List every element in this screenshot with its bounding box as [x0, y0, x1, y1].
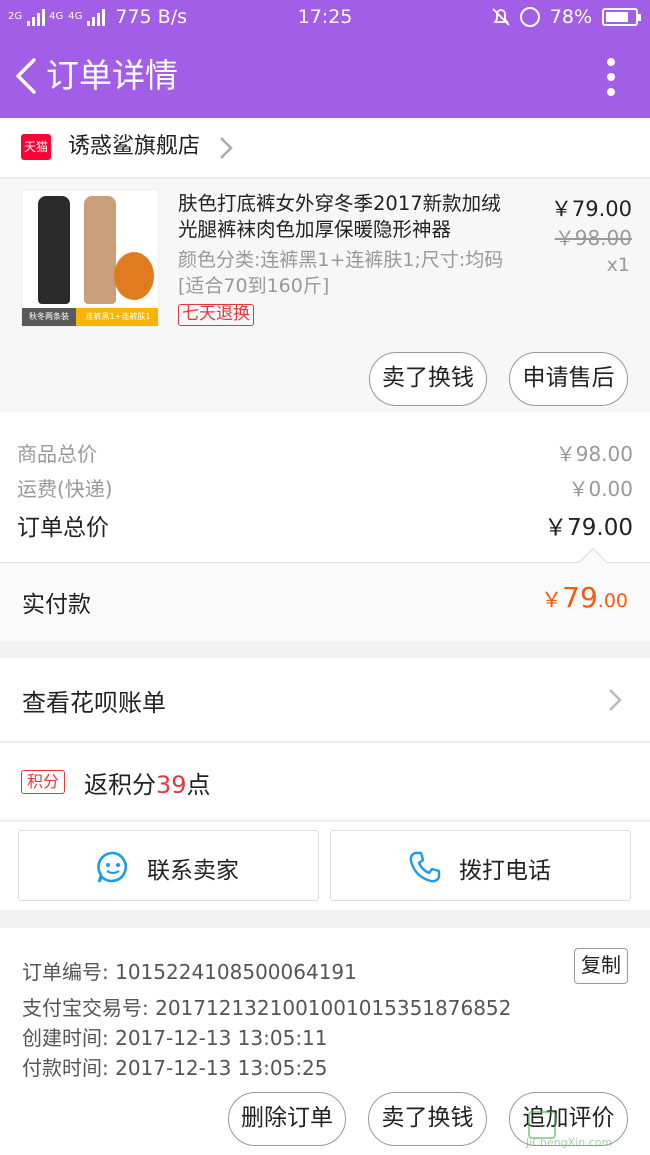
rotation-lock-icon — [519, 7, 540, 27]
product-price: ￥79.00 — [550, 197, 632, 221]
points-row: 积分 返积分39点 — [0, 743, 650, 821]
created-time: 创建时间: 2017-12-13 13:05:11 — [22, 1026, 328, 1050]
image-caption-left: 秋冬两条装 — [22, 308, 76, 326]
back-icon[interactable] — [12, 56, 42, 96]
paid-amount: ￥79.00 — [541, 581, 628, 614]
paid-integer: 79 — [562, 581, 598, 614]
product-original-price: ￥98.00 — [554, 226, 632, 250]
product-image-nude-tights — [84, 196, 116, 304]
goods-total-row: 商品总价 ￥98.00 — [17, 438, 633, 468]
call-phone-label: 拨打电话 — [459, 858, 551, 884]
goods-total-value: ￥98.00 — [555, 442, 633, 466]
chat-icon — [97, 851, 128, 883]
product-image[interactable]: 秋冬两条装 连裤黑1+连裤肤1 — [21, 189, 159, 327]
paid-time: 付款时间: 2017-12-13 13:05:25 — [22, 1056, 328, 1080]
points-prefix: 返积分 — [84, 771, 156, 799]
shipping-value: ￥0.00 — [568, 477, 633, 501]
product-card[interactable]: 秋冬两条装 连裤黑1+连裤肤1 肤色打底裤女外穿冬季2017新款加绒光腿裤袜肉色… — [0, 179, 650, 411]
delete-order-button[interactable]: 删除订单 — [228, 1092, 346, 1146]
call-phone-button[interactable]: 拨打电话 — [330, 830, 631, 901]
huabei-bill-row[interactable]: 查看花呗账单 — [0, 658, 650, 742]
mute-icon — [492, 8, 510, 26]
goods-total-label: 商品总价 — [17, 442, 97, 466]
shipping-row: 运费(快递) ￥0.00 — [17, 473, 633, 503]
huabei-bill-label: 查看花呗账单 — [22, 689, 166, 717]
shop-row[interactable]: 天猫 诱惑鲨旗舰店 — [0, 118, 650, 178]
product-image-black-tights — [38, 196, 70, 304]
image-caption-right: 连裤黑1+连裤肤1 — [76, 308, 158, 326]
sell-for-cash-button[interactable]: 卖了换钱 — [369, 352, 487, 406]
price-summary: 商品总价 ￥98.00 运费(快递) ￥0.00 订单总价 ￥79.00 — [0, 412, 650, 577]
nav-bar: 订单详情 — [0, 34, 650, 118]
fleece-flame-icon — [114, 252, 154, 300]
order-number: 订单编号: 1015224108500064191 — [22, 960, 357, 984]
product-quantity: x1 — [606, 254, 630, 276]
shipping-label: 运费(快递) — [17, 477, 113, 501]
product-sku: 颜色分类:连裤黑1+连裤肤1;尺寸:均码[适合70到160斤] — [178, 249, 504, 297]
paid-amount-row: 实付款 ￥79.00 — [0, 563, 650, 641]
battery-icon — [602, 8, 641, 26]
battery-fill — [606, 12, 628, 22]
watermark-text: JiChengXin.com — [526, 1136, 613, 1149]
tmall-icon: 天猫 — [21, 134, 51, 160]
watermark-logo: JiChengXin.com — [526, 1109, 644, 1149]
sell-for-cash-button[interactable]: 卖了换钱 — [368, 1092, 487, 1146]
points-badge: 积分 — [21, 770, 65, 794]
chevron-right-icon — [220, 137, 233, 159]
order-total-value: ￥79.00 — [544, 515, 633, 541]
product-title[interactable]: 肤色打底裤女外穿冬季2017新款加绒光腿裤袜肉色加厚保暖隐形神器 — [178, 191, 518, 243]
points-value: 39 — [156, 771, 187, 799]
alipay-transaction-number: 支付宝交易号: 2017121321001001015351876852 — [22, 996, 512, 1020]
contact-seller-button[interactable]: 联系卖家 — [18, 830, 319, 901]
copy-button[interactable]: 复制 — [574, 948, 628, 984]
page-title: 订单详情 — [46, 56, 178, 95]
chevron-right-icon — [609, 689, 622, 711]
more-menu-icon[interactable] — [606, 58, 616, 96]
paid-currency: ￥ — [541, 588, 563, 612]
status-bar: 2G 4G 4G 775 B/s 17:25 78% — [0, 0, 650, 34]
paid-label: 实付款 — [22, 592, 91, 618]
request-aftersale-button[interactable]: 申请售后 — [509, 352, 628, 406]
status-right: 78% — [492, 6, 641, 28]
shop-name[interactable]: 诱惑鲨旗舰店 — [68, 131, 200, 163]
watermark-icon — [528, 1111, 556, 1139]
return-policy-tag: 七天退换 — [178, 304, 254, 326]
order-total-label: 订单总价 — [17, 515, 109, 541]
contact-row: 联系卖家 拨打电话 — [0, 822, 650, 910]
paid-decimal: .00 — [597, 590, 628, 612]
order-total-row: 订单总价 ￥79.00 — [17, 508, 633, 541]
contact-seller-label: 联系卖家 — [147, 858, 239, 884]
battery-percent: 78% — [549, 6, 592, 28]
points-suffix: 点 — [186, 771, 211, 799]
points-text: 返积分39点 — [84, 765, 211, 800]
phone-icon — [409, 851, 441, 883]
